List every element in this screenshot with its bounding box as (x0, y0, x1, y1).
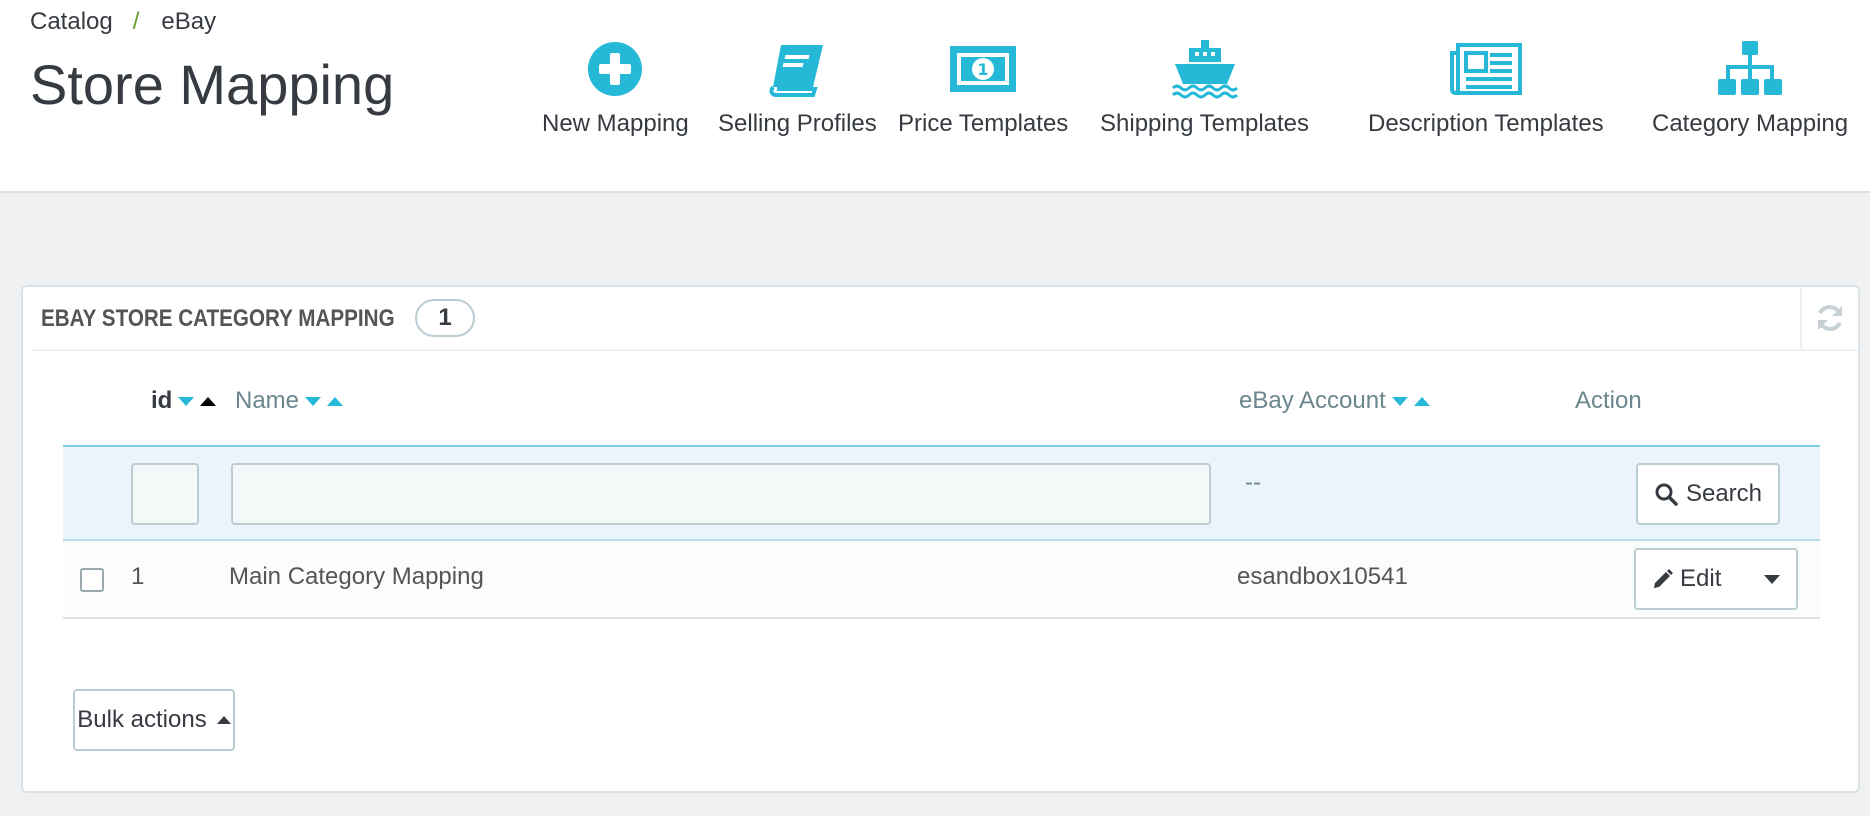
newspaper-icon (1446, 38, 1526, 100)
search-icon (1655, 483, 1678, 506)
pencil-icon (1654, 569, 1673, 588)
edit-button[interactable]: Edit (1636, 550, 1748, 608)
category-mapping-button[interactable]: Category Mapping (1652, 38, 1848, 138)
sort-asc-icon[interactable] (200, 396, 217, 406)
page-header: Catalog / eBay Store Mapping New Mapping… (0, 0, 1870, 193)
book-icon (757, 38, 837, 100)
breadcrumb-separator: / (132, 8, 140, 35)
refresh-button[interactable] (1800, 287, 1858, 349)
new-mapping-label: New Mapping (542, 110, 689, 137)
shipping-templates-label: Shipping Templates (1100, 110, 1310, 137)
panel-title: EBAY STORE CATEGORY MAPPING (41, 305, 395, 332)
column-action-label: Action (1575, 387, 1642, 414)
selling-profiles-button[interactable]: Selling Profiles (718, 38, 877, 138)
ship-icon (1165, 38, 1245, 100)
row-checkbox[interactable] (80, 568, 104, 592)
new-mapping-button[interactable]: New Mapping (542, 38, 689, 138)
breadcrumb-ebay[interactable]: eBay (161, 8, 216, 36)
sort-asc-icon[interactable] (1413, 396, 1430, 406)
category-mapping-label: Category Mapping (1652, 110, 1849, 137)
column-action: Action (1575, 387, 1642, 415)
refresh-icon (1818, 305, 1842, 331)
row-name[interactable]: Main Category Mapping (229, 563, 484, 591)
bulk-actions-label: Bulk actions (77, 706, 207, 733)
price-templates-label: Price Templates (898, 110, 1069, 137)
row-ebay-account: esandbox10541 (1237, 563, 1408, 590)
plus-circle-icon (575, 38, 655, 100)
name-filter-input[interactable] (231, 463, 1211, 525)
money-icon: 1 (943, 38, 1023, 100)
store-category-mapping-panel: EBAY STORE CATEGORY MAPPING 1 id Name eB… (21, 285, 1860, 793)
description-templates-label: Description Templates (1368, 110, 1604, 137)
row-action-group: Edit (1634, 548, 1798, 610)
count-badge: 1 (415, 299, 475, 337)
page-title: Store Mapping (30, 53, 395, 116)
search-button[interactable]: Search (1636, 463, 1780, 525)
row-actions-dropdown-toggle[interactable] (1748, 550, 1796, 608)
column-id: id (151, 387, 217, 415)
caret-down-icon (1764, 574, 1780, 584)
selling-profiles-label: Selling Profiles (718, 110, 877, 137)
table-row: 1 Main Category Mapping esandbox10541 Ed… (63, 541, 1820, 619)
sort-asc-icon[interactable] (327, 396, 344, 406)
price-templates-button[interactable]: 1 Price Templates (898, 38, 1068, 138)
breadcrumb-catalog[interactable]: Catalog (30, 8, 113, 36)
description-templates-button[interactable]: Description Templates (1368, 38, 1604, 138)
sitemap-icon (1710, 38, 1790, 100)
breadcrumb: Catalog / eBay (30, 8, 216, 36)
sort-desc-icon[interactable] (178, 396, 195, 406)
column-name: Name (235, 387, 344, 415)
bulk-actions-button[interactable]: Bulk actions (73, 689, 235, 751)
edit-label: Edit (1680, 565, 1722, 592)
account-filter-placeholder: -- (1245, 469, 1261, 496)
column-ebay-account: eBay Account (1239, 387, 1430, 415)
panel-heading: EBAY STORE CATEGORY MAPPING 1 (31, 287, 1858, 351)
sort-desc-icon[interactable] (1391, 396, 1408, 406)
column-name-label: Name (235, 387, 300, 414)
table-header: id Name eBay Account Action (63, 387, 1820, 433)
search-label: Search (1685, 480, 1763, 507)
filter-row: -- Search (63, 445, 1820, 541)
shipping-templates-button[interactable]: Shipping Templates (1100, 38, 1309, 138)
column-account-label: eBay Account (1239, 387, 1386, 414)
caret-up-icon (216, 716, 231, 724)
sort-desc-icon[interactable] (305, 396, 322, 406)
id-filter-input[interactable] (131, 463, 199, 525)
column-id-label: id (151, 387, 173, 414)
svg-text:1: 1 (978, 60, 989, 79)
row-id: 1 (131, 563, 145, 590)
